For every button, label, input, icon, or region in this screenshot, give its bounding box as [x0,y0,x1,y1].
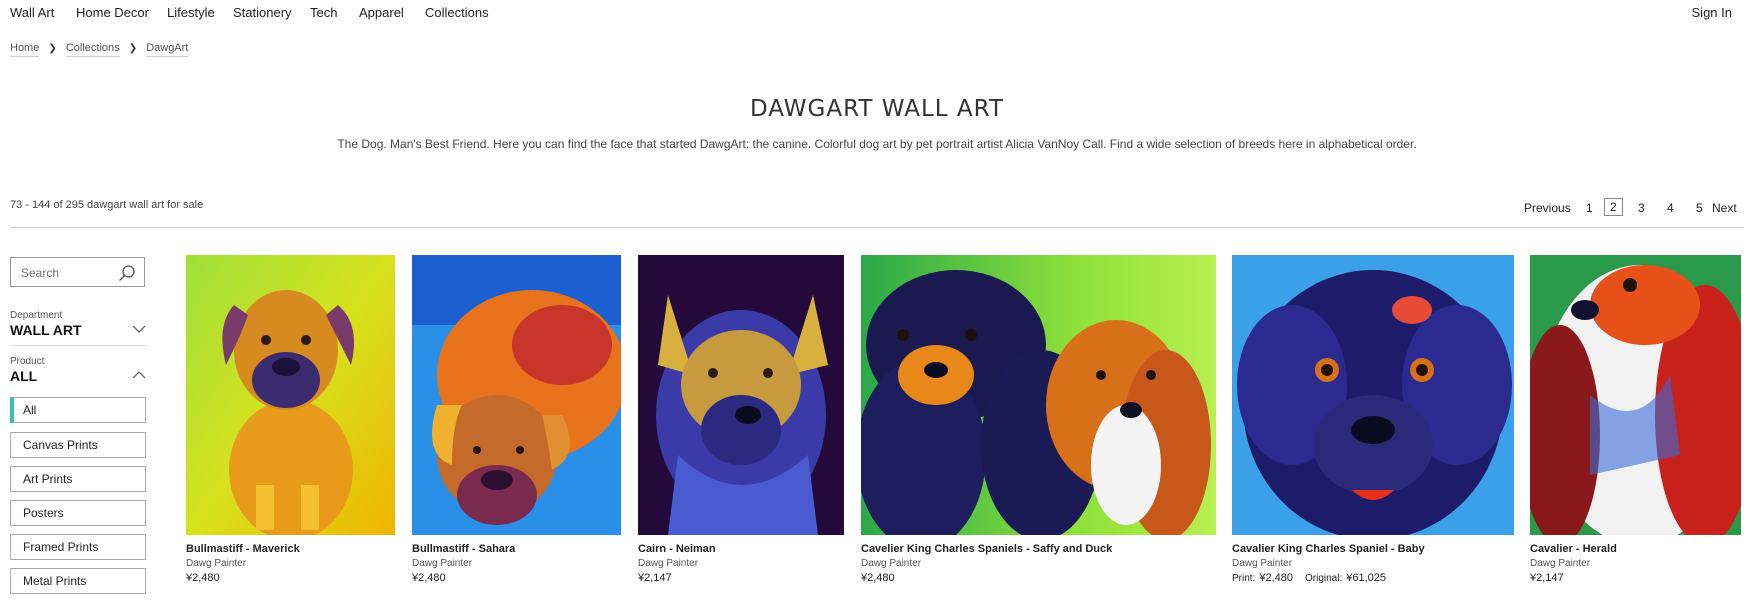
product-card[interactable]: Cavalier - Herald Dawg Painter ¥2,147 [1530,255,1741,584]
print-price-label: Print: [1232,573,1256,584]
filter-all[interactable]: All [10,397,146,423]
product-image[interactable] [412,255,621,535]
search-icon[interactable] [118,264,136,282]
pagination: Previous 1 2 3 4 5 Next [1524,198,1744,219]
product-title[interactable]: Bullmastiff - Sahara [412,543,621,555]
search-box [10,257,145,287]
nav-tech[interactable]: Tech [310,5,337,20]
product-image[interactable] [861,255,1216,535]
breadcrumb-home[interactable]: Home [10,42,40,57]
product-meta: Cairn - Neiman Dawg Painter ¥2,147 [638,543,844,584]
nav-lifestyle[interactable]: Lifestyle [167,5,215,20]
pagination-previous[interactable]: Previous [1524,201,1571,215]
filter-metal-prints[interactable]: Metal Prints [10,568,146,594]
filter-art-prints[interactable]: Art Prints [10,466,146,492]
product-price: ¥2,480 [412,572,446,584]
nav-home-decor[interactable]: Home Decor [76,5,149,20]
product-image[interactable] [1232,255,1514,535]
breadcrumb: Home ❯ Collections ❯ DawgArt [10,42,189,57]
department-facet[interactable]: Department WALL ART [10,310,148,338]
page-title: DAWGART WALL ART [750,96,1004,122]
original-price-label: Original: [1305,573,1343,584]
pagination-next[interactable]: Next [1712,201,1737,215]
product-card[interactable]: Cavelier King Charles Spaniels - Saffy a… [861,255,1216,584]
filter-framed-prints[interactable]: Framed Prints [10,534,146,560]
chevron-down-icon[interactable] [132,324,146,334]
top-navigation: Wall Art Home Decor Lifestyle Stationery… [0,0,1754,26]
product-meta: Bullmastiff - Sahara Dawg Painter ¥2,480 [412,543,621,584]
product-meta: Bullmastiff - Maverick Dawg Painter ¥2,4… [186,543,395,584]
dog-painting-image [186,255,395,535]
product-price: ¥2,480 [861,572,895,584]
product-artist[interactable]: Dawg Painter [1530,558,1741,569]
product-image[interactable] [1530,255,1741,535]
product-facet[interactable]: Product ALL [10,356,148,384]
product-price: ¥2,147 [638,572,672,584]
product-price: ¥2,147 [1530,572,1564,584]
product-title[interactable]: Bullmastiff - Maverick [186,543,395,555]
nav-collections[interactable]: Collections [425,5,489,20]
product-artist[interactable]: Dawg Painter [412,558,621,569]
product-price: Print: ¥2,480 Original: ¥61,025 [1232,572,1514,584]
product-title[interactable]: Cavalier - Herald [1530,543,1741,555]
dog-painting-image [1530,255,1741,535]
product-price: ¥2,480 [186,572,220,584]
product-artist[interactable]: Dawg Painter [1232,558,1514,569]
pagination-page-1[interactable]: 1 [1586,201,1593,215]
product-card[interactable]: Bullmastiff - Sahara Dawg Painter ¥2,480 [412,255,621,584]
results-count: 73 - 144 of 295 dawgart wall art for sal… [10,199,204,211]
product-card[interactable]: Cavalier King Charles Spaniel - Baby Daw… [1232,255,1514,584]
breadcrumb-dawgart[interactable]: DawgArt [146,42,189,57]
product-meta: Cavelier King Charles Spaniels - Saffy a… [861,543,1216,584]
chevron-right-icon: ❯ [48,43,57,54]
dog-painting-image [638,255,844,535]
product-title[interactable]: Cairn - Neiman [638,543,844,555]
product-artist[interactable]: Dawg Painter [861,558,1216,569]
print-price: ¥2,480 [1259,572,1293,584]
dog-painting-image [861,255,1216,535]
filter-posters[interactable]: Posters [10,500,146,526]
pagination-page-5[interactable]: 5 [1696,201,1703,215]
product-meta: Cavalier King Charles Spaniel - Baby Daw… [1232,543,1514,584]
filter-canvas-prints[interactable]: Canvas Prints [10,432,146,458]
page-description: The Dog. Man's Best Friend. Here you can… [337,137,1417,151]
product-meta: Cavalier - Herald Dawg Painter ¥2,147 [1530,543,1741,584]
product-image[interactable] [638,255,844,535]
product-artist[interactable]: Dawg Painter [186,558,395,569]
nav-wall-art[interactable]: Wall Art [10,5,54,20]
nav-apparel[interactable]: Apparel [359,5,404,20]
product-card[interactable]: Cairn - Neiman Dawg Painter ¥2,147 [638,255,844,584]
pagination-page-2-current[interactable]: 2 [1604,198,1623,216]
pagination-page-3[interactable]: 3 [1638,201,1645,215]
chevron-right-icon: ❯ [128,43,138,54]
sign-in-link[interactable]: Sign In [1692,5,1732,20]
product-title[interactable]: Cavalier King Charles Spaniel - Baby [1232,543,1514,555]
chevron-up-icon[interactable] [132,370,146,380]
product-artist[interactable]: Dawg Painter [638,558,844,569]
search-input[interactable] [19,265,118,281]
nav-stationery[interactable]: Stationery [233,5,292,20]
breadcrumb-collections[interactable]: Collections [65,42,120,57]
product-title[interactable]: Cavelier King Charles Spaniels - Saffy a… [861,543,1216,555]
original-price: ¥61,025 [1346,572,1387,584]
product-value: ALL [10,368,38,384]
product-card[interactable]: Bullmastiff - Maverick Dawg Painter ¥2,4… [186,255,395,584]
department-label: Department [10,310,63,321]
divider [10,227,1744,228]
department-value: WALL ART [10,322,82,338]
dog-painting-image [1232,255,1514,535]
product-label: Product [10,356,45,367]
facet-divider [10,345,148,346]
product-image[interactable] [186,255,395,535]
dog-painting-image [412,255,621,535]
pagination-page-4[interactable]: 4 [1667,201,1674,215]
